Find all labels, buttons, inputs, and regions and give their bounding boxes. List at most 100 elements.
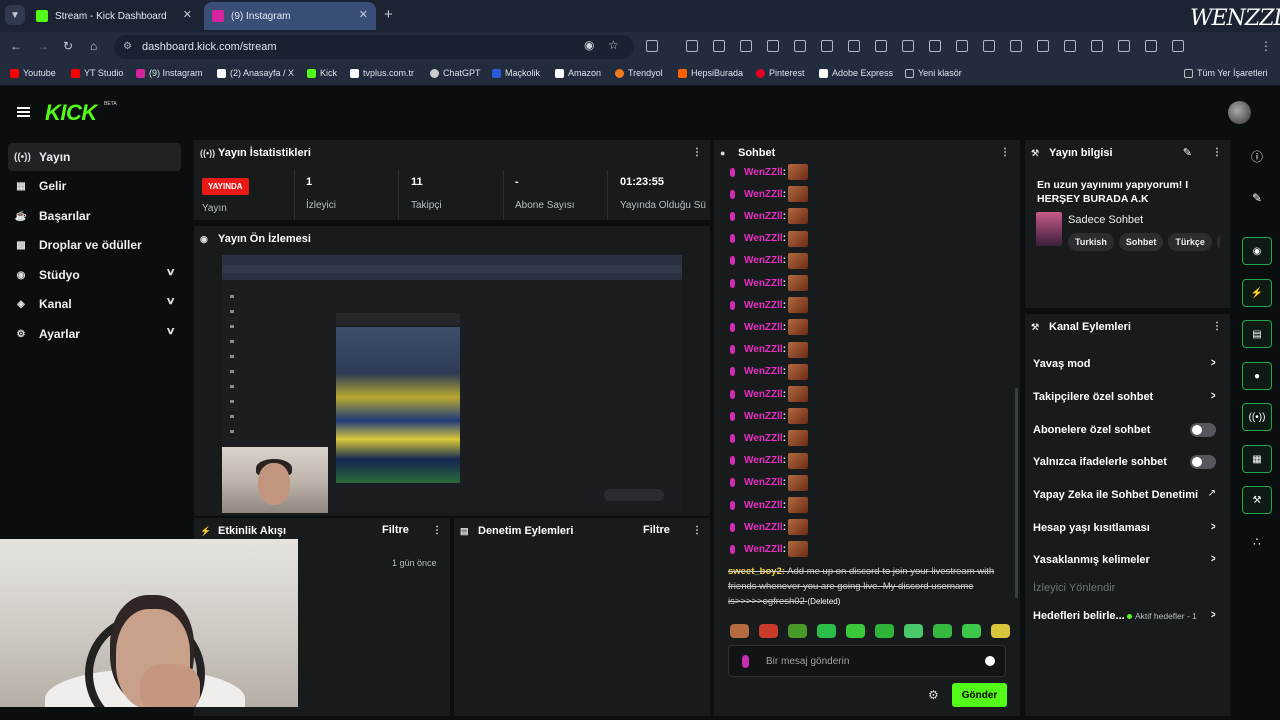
emote-icon[interactable] (817, 624, 836, 638)
star-icon[interactable]: ☆ (608, 38, 619, 52)
more-icon[interactable]: ⋮ (432, 525, 442, 536)
emote-icon[interactable] (788, 624, 807, 638)
emote-icon[interactable] (846, 624, 865, 638)
moderation-filter-button[interactable]: Filtre (643, 524, 670, 536)
bookmark-instagram[interactable]: (9) Instagram (136, 68, 203, 78)
bookmark-pinterest[interactable]: Pinterest (756, 68, 805, 78)
layout-icon[interactable]: ▦ (1242, 445, 1272, 473)
chat-username[interactable]: WenZZll (744, 233, 783, 244)
activity-filter-button[interactable]: Filtre (382, 524, 409, 536)
chat-username[interactable]: WenZZll (744, 167, 783, 178)
emote-icon[interactable] (730, 624, 749, 638)
bookmark-chatgpt[interactable]: ChatGPT (430, 68, 481, 78)
extension-icon[interactable] (848, 40, 860, 52)
chat-username[interactable]: WenZZll (744, 477, 783, 488)
preview-toggle-icon[interactable]: ◉ (1242, 237, 1272, 265)
emoji-icon[interactable] (985, 656, 995, 666)
reload-icon[interactable]: ↻ (63, 39, 73, 53)
action-followers-only[interactable]: Takipçilere özel sohbet (1033, 391, 1223, 403)
eye-off-icon[interactable]: ◉ (584, 38, 594, 52)
extension-icon[interactable] (983, 40, 995, 52)
download-icon[interactable] (1091, 40, 1103, 52)
chat-username[interactable]: WenZZll (744, 344, 783, 355)
kick-logo[interactable]: KICK (45, 100, 97, 126)
external-link-icon[interactable]: ↗ (1208, 488, 1216, 499)
bookmark-adobe-express[interactable]: Adobe Express (819, 68, 893, 78)
sidebar-item-basarilar[interactable]: ☕ Başarılar (8, 202, 181, 230)
sidebar-item-gelir[interactable]: ▦ Gelir (8, 172, 181, 200)
chevron-right-icon[interactable]: > (1211, 390, 1216, 402)
extension-icon[interactable] (646, 40, 658, 52)
emote-icon[interactable] (991, 624, 1010, 638)
emote-icon[interactable] (759, 624, 778, 638)
close-icon[interactable]: ✕ (183, 8, 192, 21)
browser-menu-icon[interactable]: ⋮ (1260, 39, 1272, 53)
extension-icon[interactable] (929, 40, 941, 52)
pencil-icon[interactable]: ✎ (1242, 184, 1272, 212)
chevron-right-icon[interactable]: > (1211, 609, 1216, 621)
tag[interactable] (1216, 233, 1220, 251)
translate-icon[interactable] (1172, 40, 1184, 52)
wrench-icon[interactable]: ⚒ (1242, 486, 1272, 514)
chat-username[interactable]: WenZZll (744, 455, 783, 466)
subscribers-only-toggle[interactable] (1190, 423, 1216, 437)
avatar[interactable] (1228, 101, 1251, 124)
tab-kick-dashboard[interactable]: Stream - Kick Dashboard ✕ (28, 2, 200, 30)
chat-username[interactable]: WenZZll (744, 500, 783, 511)
emote-icon[interactable] (875, 624, 894, 638)
new-tab-button[interactable]: + (384, 6, 393, 23)
extension-icon[interactable] (1010, 40, 1022, 52)
chat-username[interactable]: WenZZll (744, 411, 783, 422)
bookmark-amazon[interactable]: Amazon (555, 68, 601, 78)
extension-icon[interactable] (794, 40, 806, 52)
all-bookmarks[interactable]: Tüm Yer İşaretleri (1184, 68, 1268, 78)
chat-username[interactable]: WenZZll (744, 278, 783, 289)
extension-icon[interactable] (956, 40, 968, 52)
tab-instagram[interactable]: (9) Instagram ✕ (204, 2, 376, 30)
chevron-right-icon[interactable]: > (1211, 357, 1216, 369)
chat-username[interactable]: WenZZll (744, 322, 783, 333)
chevron-right-icon[interactable]: > (1211, 521, 1216, 533)
stream-category[interactable]: Sadece Sohbet (1068, 214, 1143, 226)
more-icon[interactable]: ⋮ (692, 147, 702, 158)
chat-username[interactable]: WenZZll (744, 189, 783, 200)
bookmark-hepsiburada[interactable]: HepsiBurada (678, 68, 743, 78)
extension-icon[interactable] (713, 40, 725, 52)
action-banned-words[interactable]: Yasaklanmış kelimeler (1033, 554, 1223, 566)
emote-icon[interactable] (962, 624, 981, 638)
extension-icon[interactable] (821, 40, 833, 52)
extension-icon[interactable] (902, 40, 914, 52)
emote-icon[interactable] (933, 624, 952, 638)
bookmark-trendyol[interactable]: Trendyol (615, 68, 663, 78)
bookmark-youtube[interactable]: Youtube (10, 68, 56, 78)
add-widget-icon[interactable]: ∴ (1242, 528, 1272, 556)
more-icon[interactable]: ⋮ (1212, 147, 1222, 158)
home-icon[interactable]: ⌂ (90, 39, 97, 53)
chat-username[interactable]: WenZZll (744, 522, 783, 533)
extension-icon[interactable] (1118, 40, 1130, 52)
send-button[interactable]: Gönder (952, 683, 1007, 707)
extension-icon[interactable] (686, 40, 698, 52)
action-goals[interactable]: Hedefleri belirle... (1033, 610, 1133, 622)
stream-preview-video[interactable] (222, 255, 682, 513)
sidebar-item-ayarlar[interactable]: ⚙ Ayarlar ∨ (8, 320, 181, 348)
chat-username[interactable]: WenZZll (744, 255, 783, 266)
chat-username[interactable]: WenZZll (744, 389, 783, 400)
bookmark-mackolik[interactable]: Maçkolik (492, 68, 540, 78)
chat-username[interactable]: WenZZll (744, 211, 783, 222)
document-icon[interactable]: ▤ (1242, 320, 1272, 348)
chat-username[interactable]: WenZZll (744, 544, 783, 555)
forward-icon[interactable]: → (37, 39, 49, 53)
address-bar[interactable]: ⚙ dashboard.kick.com/stream (114, 35, 634, 59)
broadcast-icon[interactable]: ((•)) (1242, 403, 1272, 431)
action-ai-moderation[interactable]: Yapay Zeka ile Sohbet Denetimi (1033, 489, 1223, 501)
extension-icon[interactable] (767, 40, 779, 52)
tag[interactable]: Turkish (1068, 233, 1114, 251)
chat-username[interactable]: WenZZll (744, 300, 783, 311)
sidebar-item-yayin[interactable]: ((•)) Yayın (8, 143, 181, 171)
chat-icon[interactable]: ● (1242, 362, 1272, 390)
extension-icon[interactable] (875, 40, 887, 52)
bookmark-yt-studio[interactable]: YT Studio (71, 68, 123, 78)
emotes-only-toggle[interactable] (1190, 455, 1216, 469)
menu-icon[interactable] (17, 107, 30, 117)
